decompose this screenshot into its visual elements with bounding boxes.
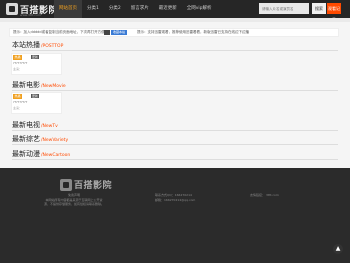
footer-logo-text: 百搭影院 [74, 181, 113, 191]
logo-subtext: www.3ttt.com [20, 13, 41, 17]
top-navbar: 百搭影院 www.3ttt.com 网站首页 分类1 分类2 留言求片 最近更新… [0, 0, 350, 22]
notice-text-1: 提示：加入ddddd或者复制当前页面地址，下次再打开方便 [13, 30, 105, 34]
bookmark-icon [104, 30, 110, 35]
footer-about-text: 本网站所有内容都是来源于互联网上公开资源，不提供存储服务，如有侵权请联系删除。 [44, 197, 105, 207]
footer-about: 免责声明 本网站所有内容都是来源于互联网上公开资源，不提供存储服务，如有侵权请联… [44, 193, 104, 207]
notice-text-2: 提示：支持迅雷观看，推荐使用迅雷看看，新版迅雷已支持在线边下边播 [137, 30, 249, 34]
video-card[interactable]: 热播 更新 ????????? 主演： [11, 92, 62, 114]
footer: 百搭影院 免责声明 本网站所有内容都是来源于互联网上公开资源，不提供存储服务，如… [0, 168, 350, 263]
nav-home[interactable]: 网站首页 [54, 0, 82, 18]
section-divider [12, 144, 338, 145]
logo-icon [60, 178, 72, 191]
card-tag-update: 更新 [31, 55, 39, 59]
footer-contact: 联系方式QQ：166270214 邮箱：166270214@qq.com [155, 193, 195, 202]
footer-logo: 百搭影院 [60, 178, 112, 191]
search-input[interactable] [259, 3, 309, 14]
bookmark-button[interactable]: 收藏本站 [111, 30, 128, 35]
nav-request[interactable]: 留言求片 [126, 0, 154, 18]
nav-vip-parse[interactable]: 全网vip解析 [182, 0, 217, 18]
section-divider [12, 50, 338, 51]
card-cast: 主演： [13, 106, 23, 110]
search-button[interactable]: 搜索 [312, 3, 326, 14]
notice-bar: 提示：加入ddddd或者复制当前页面地址，下次再打开方便 收藏本站 提示：支持迅… [9, 28, 339, 37]
logo-icon [6, 3, 18, 15]
footer-email: 邮箱：166270214@qq.com [155, 197, 196, 202]
section-title-tv: 最新电视/NewTv [12, 121, 58, 129]
footer-links-label: 友情链接： [250, 193, 266, 197]
section-title-variety: 最新综艺/NewVariety [12, 135, 69, 143]
section-title-cartoon: 最新动漫/NewCartoon [12, 150, 71, 158]
nav-category-2[interactable]: 分类2 [104, 0, 126, 18]
card-title[interactable]: ????????? [13, 100, 27, 104]
footer-qq: 联系方式QQ：166270214 [155, 193, 192, 197]
card-cast: 主演： [13, 67, 23, 71]
video-card[interactable]: 热播 更新 ????????? 主演： [11, 53, 62, 75]
back-to-top-button[interactable]: ▲ [333, 244, 343, 254]
card-tag-hot: 热播 [13, 94, 22, 99]
main-nav: 网站首页 分类1 分类2 留言求片 最近更新 全网vip解析 [54, 0, 217, 18]
section-divider [12, 90, 338, 91]
section-title-movie: 最新电影/NewMovie [12, 81, 66, 89]
nav-category-1[interactable]: 分类1 [82, 0, 104, 18]
history-button[interactable]: 观看记录 [327, 3, 341, 22]
footer-link-site[interactable]: 3ttt.com [266, 193, 279, 197]
card-tag-hot: 热播 [13, 55, 22, 60]
card-title[interactable]: ????????? [13, 61, 27, 65]
nav-latest[interactable]: 最近更新 [154, 0, 182, 18]
navbar-strip [0, 18, 350, 22]
section-title-hot: 本站热播/POSTTOP [12, 41, 64, 49]
section-divider [12, 159, 338, 160]
card-tag-update: 更新 [31, 94, 39, 98]
section-divider [12, 130, 338, 131]
footer-links: 友情链接： 3ttt.com [250, 193, 279, 197]
